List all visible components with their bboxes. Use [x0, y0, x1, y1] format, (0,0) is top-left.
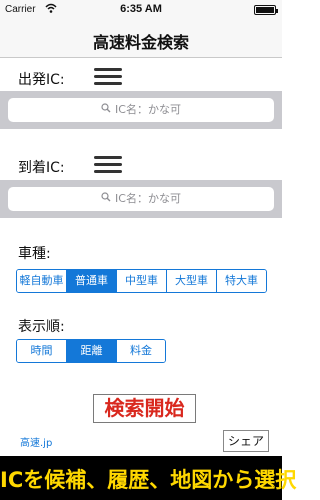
arrival-search-bar: IC名：かな可	[0, 180, 282, 218]
departure-search-placeholder: IC名：かな可	[115, 103, 181, 116]
start-search-button[interactable]: 検索開始	[93, 394, 196, 423]
departure-search-input[interactable]: IC名：かな可	[8, 98, 274, 122]
vehicle-option-medium[interactable]: 中型車	[117, 270, 167, 292]
departure-menu-icon[interactable]	[94, 68, 122, 86]
sort-order-control: 時間 距離 料金	[16, 339, 166, 363]
status-time: 6:35 AM	[120, 3, 162, 15]
sort-option-time[interactable]: 時間	[17, 340, 67, 362]
vehicle-type-label: 車種:	[18, 246, 51, 262]
sort-order-label: 表示順:	[18, 319, 65, 335]
sort-option-distance[interactable]: 距離	[67, 340, 117, 362]
status-bar: Carrier 6:35 AM	[0, 0, 282, 20]
battery-icon	[254, 5, 278, 15]
footer-caption: ICを候補、履歴、地図から選択	[0, 468, 297, 492]
search-icon	[101, 98, 111, 122]
search-icon	[101, 187, 111, 211]
navigation-bar: 高速料金検索	[0, 20, 282, 58]
site-link[interactable]: 高速.jp	[20, 434, 52, 449]
sort-option-fee[interactable]: 料金	[117, 340, 165, 362]
departure-search-bar: IC名：かな可	[0, 91, 282, 129]
share-button[interactable]: シェア	[223, 430, 269, 452]
vehicle-option-extra-large[interactable]: 特大車	[217, 270, 266, 292]
vehicle-option-large[interactable]: 大型車	[167, 270, 217, 292]
departure-label: 出発IC:	[18, 72, 65, 88]
arrival-search-placeholder: IC名：かな可	[115, 192, 181, 205]
arrival-label: 到着IC:	[18, 160, 65, 176]
arrival-menu-icon[interactable]	[94, 156, 122, 174]
arrival-search-input[interactable]: IC名：かな可	[8, 187, 274, 211]
page-title: 高速料金検索	[92, 33, 189, 52]
vehicle-type-control: 軽自動車 普通車 中型車 大型車 特大車	[16, 269, 267, 293]
footer-banner: ICを候補、履歴、地図から選択	[0, 456, 297, 500]
vehicle-option-kei[interactable]: 軽自動車	[17, 270, 67, 292]
vehicle-option-standard[interactable]: 普通車	[67, 270, 117, 292]
